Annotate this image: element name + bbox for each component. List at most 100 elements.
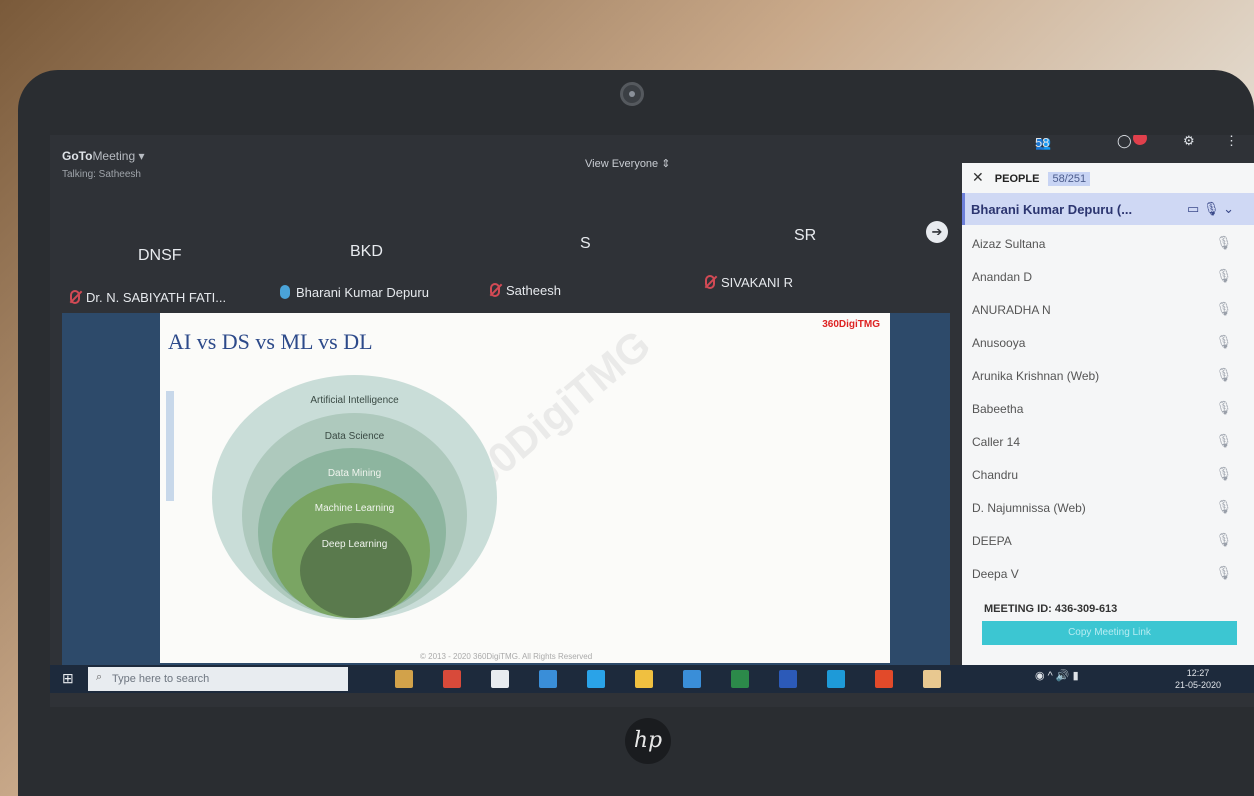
taskbar-app-icon[interactable] <box>731 670 749 688</box>
copy-meeting-link-button[interactable]: Copy Meeting Link <box>982 621 1237 645</box>
participant-tile[interactable]: Dr. N. SABIYATH FATI... <box>70 290 226 305</box>
people-panel-count: 58/251 <box>1048 172 1091 186</box>
participant-tile[interactable]: Bharani Kumar Depuru <box>280 285 429 300</box>
more-icon[interactable]: ⋮ <box>1225 135 1238 149</box>
organizer-icons: ▭ 🎙 ⌄ <box>1187 201 1234 217</box>
slide-footer: © 2013 - 2020 360DigiTMG. All Rights Res… <box>420 652 593 661</box>
mic-icon: 🎙 <box>1202 201 1220 216</box>
app-name-bold: GoTo <box>62 149 93 163</box>
mic-muted-icon <box>70 290 80 304</box>
gear-icon[interactable]: ⚙ <box>1183 135 1195 149</box>
attendee-name: Arunika Krishnan (Web) <box>972 369 1100 383</box>
top-icons: 👥 58 ◯ ⚙ ⋮ <box>1035 135 1254 159</box>
attendee-name: Anusooya <box>972 336 1026 350</box>
mic-muted-icon: 🎙 <box>1215 532 1232 547</box>
shared-slide: AI vs DS vs ML vs DL 360DigiTMG 360DigiT… <box>160 313 890 663</box>
taskbar-app-icon[interactable] <box>827 670 845 688</box>
taskbar-clock[interactable]: 12:27 21-05-2020 <box>1175 667 1221 691</box>
view-mode-label: View Everyone <box>585 158 659 170</box>
taskbar-app-icon[interactable] <box>395 670 413 688</box>
organizer-row[interactable]: Bharani Kumar Depuru (... ▭ 🎙 ⌄ <box>962 193 1254 225</box>
chat-notification-badge <box>1133 135 1147 145</box>
organizer-name: Bharani Kumar Depuru (... <box>971 202 1133 217</box>
circle-label: Data Mining <box>327 468 382 479</box>
mic-muted-icon: 🎙 <box>1215 301 1232 316</box>
up-down-icon: ⇕ <box>661 158 671 170</box>
taskbar-app-icon[interactable] <box>491 670 509 688</box>
taskbar-app-icon[interactable] <box>875 670 893 688</box>
attendee-name: D. Najumnissa (Web) <box>972 501 1086 515</box>
participant-name: Satheesh <box>506 283 561 298</box>
people-panel-title: PEOPLE <box>994 173 1040 185</box>
attendee-row[interactable]: D. Najumnissa (Web) 🎙 <box>962 491 1254 524</box>
taskbar-app-icon[interactable] <box>539 670 557 688</box>
participant-initials: BKD <box>350 243 383 260</box>
participant-name: Dr. N. SABIYATH FATI... <box>86 290 227 305</box>
circle-label: Artificial Intelligence <box>310 395 399 406</box>
circle-label: Data Science <box>324 431 385 442</box>
participant-initials: S <box>580 235 591 252</box>
screen: GoToMeeting ▾ Talking: Satheesh View Eve… <box>50 135 1254 707</box>
taskbar-app-icon[interactable] <box>923 670 941 688</box>
search-icon: ⌕ <box>96 671 103 683</box>
taskbar-app-icon[interactable] <box>443 670 461 688</box>
app-menu[interactable]: GoToMeeting ▾ <box>62 149 145 163</box>
windows-start-icon[interactable]: ⊞ <box>62 670 84 688</box>
attendee-row[interactable]: ANURADHA N 🎙 <box>962 293 1254 326</box>
circle-label: Deep Learning <box>321 539 388 550</box>
mic-muted-icon: 🎙 <box>1215 268 1232 283</box>
taskbar-app-icon[interactable] <box>587 670 605 688</box>
attendee-name: Chandru <box>972 468 1019 482</box>
participant-initials: SR <box>794 227 817 244</box>
participant-tile[interactable]: Satheesh <box>490 283 561 298</box>
attendee-name: DEEPA <box>972 534 1012 548</box>
attendee-row[interactable]: DEEPA 🎙 <box>962 524 1254 557</box>
attendee-row[interactable]: Anandan D 🎙 <box>962 260 1254 293</box>
attendee-list: Aizaz Sultana 🎙 Anandan D 🎙 ANURADHA N 🎙 An… <box>962 227 1254 590</box>
chevron-down-icon[interactable]: ⌄ <box>1223 201 1234 216</box>
attendee-row[interactable]: Arunika Krishnan (Web) 🎙 <box>962 359 1254 392</box>
attendee-row[interactable]: Caller 14 🎙 <box>962 425 1254 458</box>
volume-icon: 🔊 <box>1055 670 1070 682</box>
attendee-row[interactable]: Aizaz Sultana 🎙 <box>962 227 1254 260</box>
mic-muted-icon: 🎙 <box>1215 334 1232 349</box>
mic-muted-icon: 🎙 <box>1215 400 1232 415</box>
clock-time: 12:27 <box>1186 668 1210 678</box>
participant-tile[interactable]: SIVAKANI R <box>705 275 793 290</box>
screen-share-area: AI vs DS vs ML vs DL 360DigiTMG 360DigiT… <box>62 313 950 665</box>
system-tray[interactable]: ◉ ^ 🔊 ▮ <box>1035 669 1079 682</box>
meeting-id: MEETING ID: 436-309-613 <box>984 603 1117 615</box>
attendee-row[interactable]: Chandru 🎙 <box>962 458 1254 491</box>
attendee-row[interactable]: Deepa V 🎙 <box>962 557 1254 590</box>
view-mode-select[interactable]: View Everyone ⇕ <box>585 157 670 170</box>
attendee-row[interactable]: Anusooya 🎙 <box>962 326 1254 359</box>
close-icon[interactable]: ✕ <box>972 169 984 185</box>
mic-muted-icon: 🎙 <box>1215 466 1232 481</box>
app-name-rest: Meeting <box>92 149 136 163</box>
attendee-row[interactable]: Babeetha 🎙 <box>962 392 1254 425</box>
taskbar-app-icon[interactable] <box>635 670 653 688</box>
meeting-id-label: MEETING ID: <box>984 603 1052 615</box>
taskbar-app-icon[interactable] <box>683 670 701 688</box>
attendee-name: ANURADHA N <box>972 303 1051 317</box>
next-participants-button[interactable]: ➔ <box>926 221 948 243</box>
participant-initials: DNSF <box>138 247 182 264</box>
mic-muted-icon <box>705 275 715 289</box>
annotation-toolbar[interactable] <box>166 391 174 501</box>
network-icon: ◉ <box>1035 670 1045 682</box>
chevron-up-icon: ^ <box>1047 670 1053 682</box>
chat-icon[interactable]: ◯ <box>1117 135 1132 149</box>
attendee-name: Caller 14 <box>972 435 1021 449</box>
battery-icon: ▮ <box>1072 670 1079 682</box>
people-count: 58 <box>1035 135 1050 150</box>
webcam <box>620 82 644 106</box>
slide-title: AI vs DS vs ML vs DL <box>168 329 373 354</box>
taskbar-app-icon[interactable] <box>779 670 797 688</box>
taskbar-search[interactable]: Type here to search <box>88 667 348 691</box>
slide-logo: 360DigiTMG <box>822 319 880 330</box>
attendee-name: Anandan D <box>972 270 1033 284</box>
mic-muted-icon: 🎙 <box>1215 433 1232 448</box>
circle-dl <box>300 523 412 618</box>
hp-logo: hp <box>625 718 671 764</box>
mic-muted-icon: 🎙 <box>1215 499 1232 514</box>
